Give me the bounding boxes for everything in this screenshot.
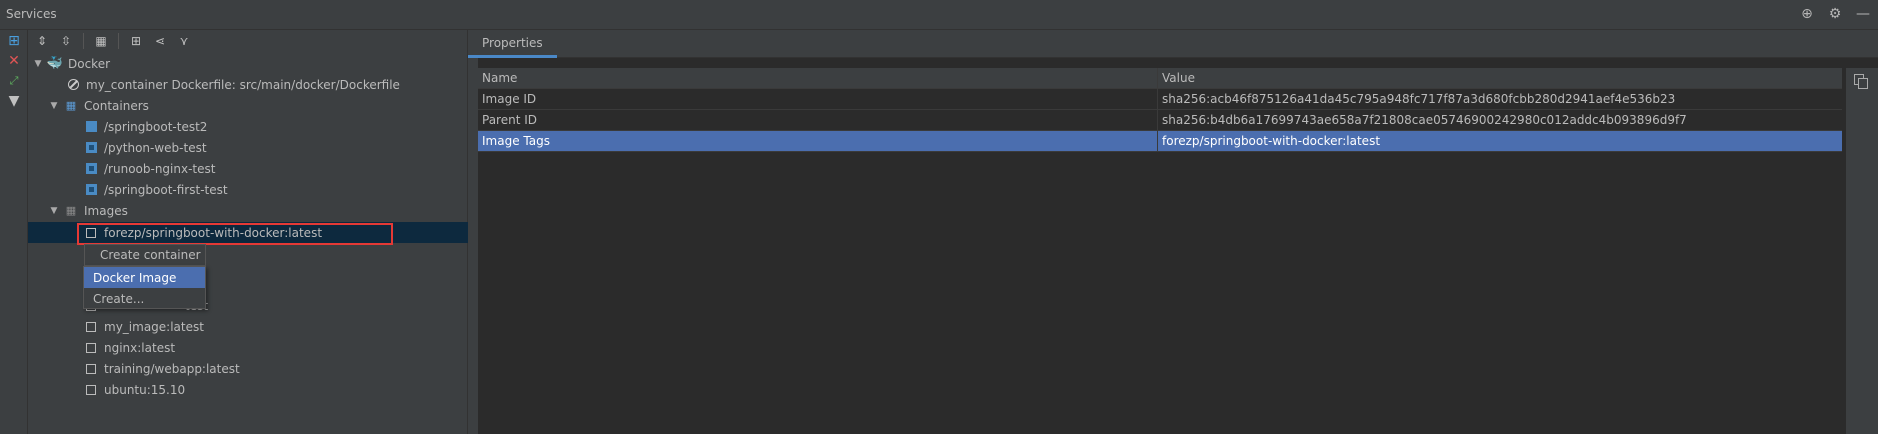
cell-text: Image Tags xyxy=(482,134,550,148)
tree-node-label: /python-web-test xyxy=(104,140,207,155)
create-container-menu-header[interactable]: Create container xyxy=(84,244,206,266)
copy-icon[interactable] xyxy=(1854,74,1868,89)
cell-name: Image Tags xyxy=(478,131,1158,151)
menu-item-create[interactable]: Create... xyxy=(84,288,205,309)
tree-node-label: nginx:latest xyxy=(104,340,176,355)
cell-text: Parent ID xyxy=(482,113,538,127)
tree-node-container[interactable]: /python-web-test xyxy=(28,137,524,158)
group-by-icon[interactable]: ▦ xyxy=(91,31,111,51)
table-row-selected[interactable]: Image Tags forezp/springboot-with-docker… xyxy=(478,131,1842,152)
image-icon xyxy=(84,362,98,376)
expand-arrows-icon[interactable]: ⤢ xyxy=(5,72,23,90)
filter-icon[interactable]: ▼ xyxy=(5,92,23,110)
container-icon xyxy=(84,141,98,155)
tree-node-docker[interactable]: ▼ 🐳 Docker xyxy=(28,53,472,74)
cell-name: Image ID xyxy=(478,89,1158,109)
tree-node-image[interactable]: ubuntu:15.10 xyxy=(28,379,524,400)
menu-item-docker-image[interactable]: Docker Image xyxy=(84,267,205,288)
tree-node-images[interactable]: ▼ ▦ Images xyxy=(28,200,488,221)
cell-value: forezp/springboot-with-docker:latest xyxy=(1158,131,1842,151)
context-menu: Docker Image Create... xyxy=(83,266,206,309)
tree-node-label: my_image:latest xyxy=(104,319,204,334)
tree-node-label: /springboot-first-test xyxy=(104,182,228,197)
minimize-icon[interactable]: — xyxy=(1854,5,1872,23)
cell-text: Image ID xyxy=(482,92,537,106)
split-icon[interactable]: ⋖ xyxy=(150,31,170,51)
add-service-icon[interactable]: ⊞ xyxy=(5,32,23,50)
header-label: Value xyxy=(1162,71,1195,85)
images-group-icon: ▦ xyxy=(65,204,77,217)
tree-node-label: Containers xyxy=(84,98,149,113)
tree-node-my-container[interactable]: my_container Dockerfile: src/main/docker… xyxy=(28,74,506,95)
toolbar-divider xyxy=(83,33,84,49)
cell-value: sha256:acb46f875126a41da45c795a948fc717f… xyxy=(1158,89,1842,109)
right-toolbar xyxy=(1846,68,1878,434)
remove-icon[interactable]: ✕ xyxy=(5,52,23,70)
title-actions: ⊕ ⚙ — xyxy=(1798,5,1872,23)
table-row[interactable]: Image ID sha256:acb46f875126a41da45c795a… xyxy=(478,89,1842,110)
tree-node-containers[interactable]: ▼ ▦ Containers xyxy=(28,95,488,116)
table-header: Name Value xyxy=(478,68,1842,89)
container-icon xyxy=(84,183,98,197)
containers-group-icon: ▦ xyxy=(65,99,77,112)
panel-gutter xyxy=(468,58,478,434)
menu-label: Create... xyxy=(93,291,145,306)
gear-icon[interactable]: ⚙ xyxy=(1826,5,1844,23)
menu-label: Create container xyxy=(100,248,201,262)
cell-value: sha256:b4db6a17699743ae658a7f21808cae057… xyxy=(1158,110,1842,130)
window-title: Services xyxy=(6,7,57,21)
expand-arrow-icon[interactable]: ▼ xyxy=(32,59,44,69)
image-icon xyxy=(84,320,98,334)
cell-text: sha256:b4db6a17699743ae658a7f21808cae057… xyxy=(1162,113,1687,127)
tree-node-container[interactable]: /springboot-first-test xyxy=(28,179,524,200)
tree-node-label: Images xyxy=(84,203,128,218)
tree-node-label: my_container Dockerfile: src/main/docker… xyxy=(86,77,400,92)
expand-arrow-icon[interactable]: ▼ xyxy=(48,101,60,111)
tab-label: Properties xyxy=(482,35,543,50)
header-label: Name xyxy=(482,71,518,85)
properties-panel: Properties Name Value Image ID sha256:ac… xyxy=(468,30,1878,434)
tree-node-image[interactable]: training/webapp:latest xyxy=(28,358,524,379)
tree-node-label: /runoob-nginx-test xyxy=(104,161,216,176)
highlight-box xyxy=(77,223,393,245)
expand-all-icon[interactable]: ⇕ xyxy=(32,31,52,51)
tree-node-label: ubuntu:15.10 xyxy=(104,382,186,397)
tree-node-image[interactable]: nginx:latest xyxy=(28,337,524,358)
new-service-icon[interactable]: ⊞ xyxy=(126,31,146,51)
cell-name: Parent ID xyxy=(478,110,1158,130)
column-header-value[interactable]: Value xyxy=(1158,68,1842,88)
not-running-icon xyxy=(66,78,80,92)
cell-text: sha256:acb46f875126a41da45c795a948fc717f… xyxy=(1162,92,1676,106)
properties-tabbar: Properties xyxy=(468,30,1878,58)
tab-properties[interactable]: Properties xyxy=(468,30,557,58)
cell-text: forezp/springboot-with-docker:latest xyxy=(1162,134,1381,148)
properties-table: Name Value Image ID sha256:acb46f875126a… xyxy=(478,68,1842,152)
docker-icon: 🐳 xyxy=(46,56,64,71)
tree-node-image[interactable]: my_image:latest xyxy=(28,316,524,337)
image-icon xyxy=(84,341,98,355)
container-icon xyxy=(84,162,98,176)
expand-arrow-icon[interactable]: ▼ xyxy=(48,206,60,216)
image-icon xyxy=(84,383,98,397)
column-header-name[interactable]: Name xyxy=(478,68,1158,88)
table-row[interactable]: Parent ID sha256:b4db6a17699743ae658a7f2… xyxy=(478,110,1842,131)
crosshair-icon[interactable]: ⊕ xyxy=(1798,5,1816,23)
container-stopped-icon xyxy=(84,120,98,134)
tree-node-label: /springboot-test2 xyxy=(104,119,208,134)
tree-node-container[interactable]: /springboot-test2 xyxy=(28,116,524,137)
title-bar: Services ⊕ ⚙ — xyxy=(0,0,1878,30)
toolbar-divider xyxy=(118,33,119,49)
merge-icon[interactable]: ⋎ xyxy=(174,31,194,51)
tree-toolbar: ⇕ ⇳ ▦ ⊞ ⋖ ⋎ xyxy=(28,30,468,52)
left-toolbar: ⊞ ✕ ⤢ ▼ xyxy=(0,30,28,434)
menu-label: Docker Image xyxy=(93,270,177,285)
collapse-all-icon[interactable]: ⇳ xyxy=(56,31,76,51)
tree-node-container[interactable]: /runoob-nginx-test xyxy=(28,158,524,179)
tree-node-label: training/webapp:latest xyxy=(104,361,240,376)
tree-node-label: Docker xyxy=(68,56,111,71)
